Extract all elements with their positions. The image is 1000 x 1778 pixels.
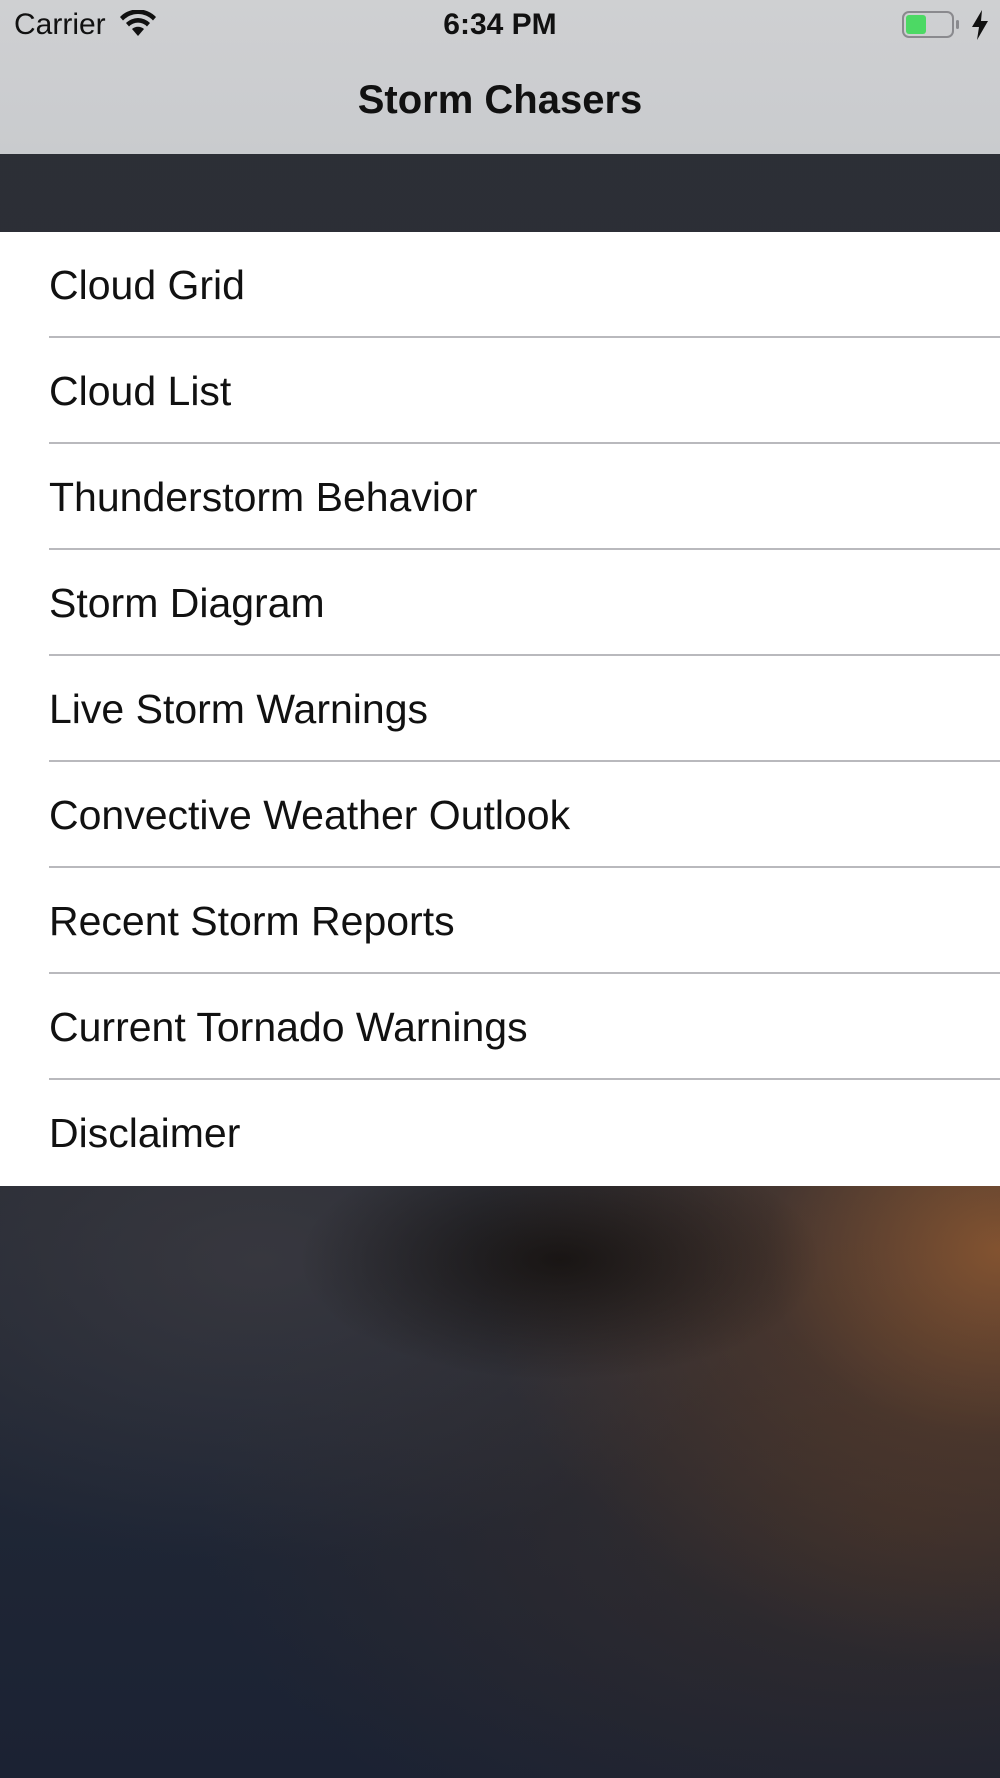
menu-item-label: Cloud List (49, 368, 232, 414)
charging-bolt-icon (972, 10, 988, 40)
menu-item[interactable]: Current Tornado Warnings (0, 974, 1000, 1080)
menu-item[interactable]: Cloud Grid (0, 232, 1000, 338)
menu-item-label: Disclaimer (49, 1110, 241, 1156)
menu-item-label: Convective Weather Outlook (49, 792, 571, 838)
menu-item[interactable]: Cloud List (0, 338, 1000, 444)
menu-item[interactable]: Disclaimer (0, 1080, 1000, 1186)
nav-title: Storm Chasers (357, 78, 643, 122)
menu-item[interactable]: Live Storm Warnings (0, 656, 1000, 762)
menu-item-label: Recent Storm Reports (49, 898, 455, 944)
status-time: 6:34 PM (443, 8, 557, 41)
menu-item-label: Live Storm Warnings (49, 686, 428, 732)
navigation-bar: Storm Chasers (0, 50, 1000, 154)
menu-list: Cloud Grid Cloud List Thunderstorm Behavio… (0, 232, 1000, 1186)
menu-item-label: Cloud Grid (49, 262, 245, 308)
app-screen: Carrier 6:34 PM Storm Chasers Cloud Grid… (0, 0, 1000, 1778)
battery-icon (902, 11, 959, 38)
menu-item[interactable]: Storm Diagram (0, 550, 1000, 656)
menu-item[interactable]: Thunderstorm Behavior (0, 444, 1000, 550)
status-bar: Carrier 6:34 PM (0, 0, 1000, 50)
menu-item[interactable]: Convective Weather Outlook (0, 762, 1000, 868)
top-bar: Carrier 6:34 PM Storm Chasers (0, 0, 1000, 154)
menu-item-label: Storm Diagram (49, 580, 325, 626)
menu-item-label: Thunderstorm Behavior (49, 474, 478, 520)
menu-item[interactable]: Recent Storm Reports (0, 868, 1000, 974)
menu-item-label: Current Tornado Warnings (49, 1004, 528, 1050)
